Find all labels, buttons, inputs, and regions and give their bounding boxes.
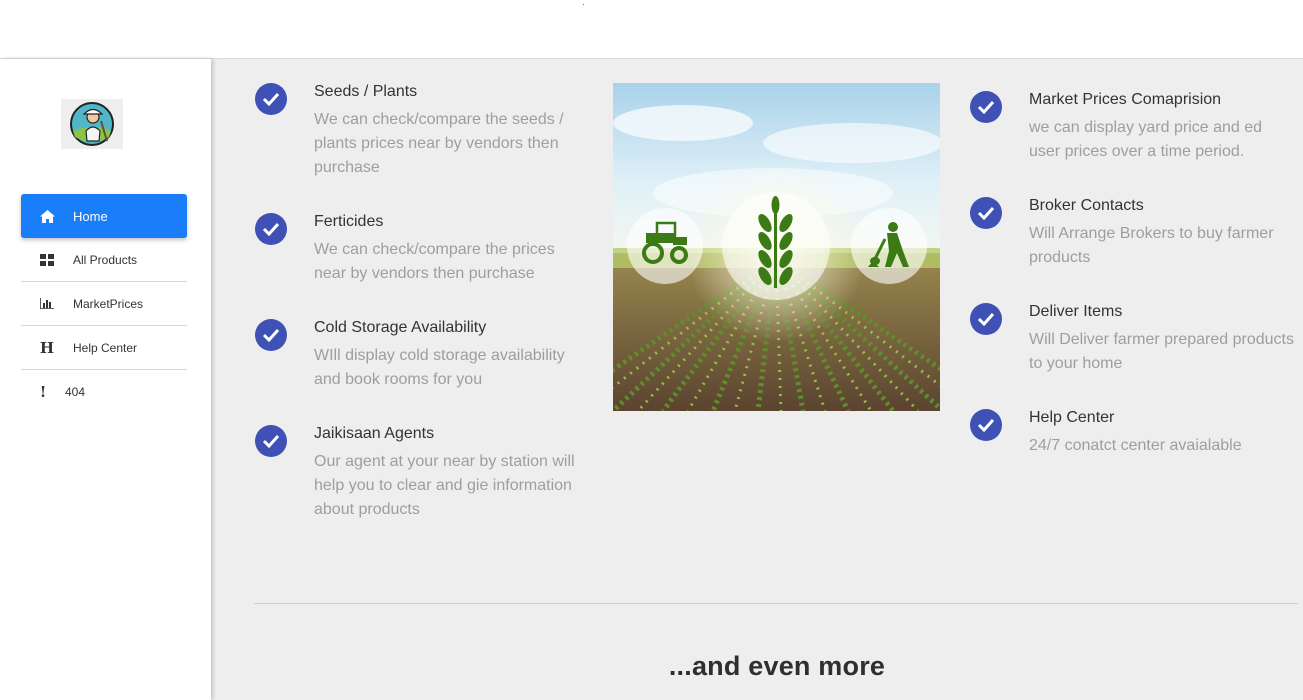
tractor-icon xyxy=(627,208,703,284)
feature-description: WIll display cold storage availability a… xyxy=(314,347,565,388)
check-circle-icon xyxy=(970,303,1002,335)
section-heading: ...and even more xyxy=(668,651,886,681)
sidebar-nav: Home All Products MarketPrices H Help Ce… xyxy=(21,194,187,414)
grid-icon xyxy=(21,253,73,266)
check-circle-icon xyxy=(970,409,1002,441)
sidebar-item-label: Home xyxy=(73,208,108,224)
bar-chart-icon xyxy=(21,298,73,309)
feature-deliver-items: Deliver Items Will Deliver farmer prepar… xyxy=(970,303,1300,383)
sidebar-item-label: MarketPrices xyxy=(73,296,144,311)
check-circle-icon xyxy=(255,319,287,351)
feature-description: Our agent at your near by station will h… xyxy=(314,453,575,518)
farmer-digging-icon xyxy=(851,208,927,284)
feature-cold-storage: Cold Storage Availability WIll display c… xyxy=(255,319,585,399)
h-icon: H xyxy=(39,338,55,357)
feature-seeds-plants: Seeds / Plants We can check/compare the … xyxy=(255,83,585,193)
feature-title: Market Prices Comaprision xyxy=(1029,91,1222,108)
feature-title: Ferticides xyxy=(314,213,384,230)
feature-title: Deliver Items xyxy=(1029,303,1123,320)
feature-description: 24/7 conatct center avaialable xyxy=(1029,437,1242,454)
feature-description: Will Arrange Brokers to buy farmer produ… xyxy=(1029,225,1274,266)
sidebar-item-404[interactable]: ! 404 xyxy=(21,370,187,414)
check-circle-icon xyxy=(255,213,287,245)
feature-description: We can check/compare the seeds / plants … xyxy=(314,111,564,176)
sidebar-item-label: 404 xyxy=(65,385,86,399)
check-circle-icon xyxy=(970,197,1002,229)
farm-field-image xyxy=(613,83,940,411)
section-divider xyxy=(254,603,1298,604)
feature-broker-contacts: Broker Contacts Will Arrange Brokers to … xyxy=(970,197,1300,277)
feature-title: Help Center xyxy=(1029,409,1115,426)
top-bar: . xyxy=(0,0,1303,59)
feature-description: Will Deliver farmer prepared products to… xyxy=(1029,331,1294,372)
sidebar-item-help-center[interactable]: H Help Center xyxy=(21,326,187,370)
check-circle-icon xyxy=(255,83,287,115)
feature-market-prices: Market Prices Comaprision we can display… xyxy=(970,91,1300,171)
feature-description: We can check/compare the prices near by … xyxy=(314,241,555,282)
farmer-logo[interactable] xyxy=(61,99,123,149)
sidebar-item-label: All Products xyxy=(73,252,138,267)
feature-title: Jaikisaan Agents xyxy=(314,425,435,442)
feature-title: Seeds / Plants xyxy=(314,83,418,100)
feature-help-center: Help Center 24/7 conatct center avaialab… xyxy=(970,409,1300,469)
feature-title: Broker Contacts xyxy=(1029,197,1144,214)
header-mark: . xyxy=(582,0,585,8)
feature-description: we can display yard price and ed user pr… xyxy=(1029,119,1263,160)
main-content: Seeds / Plants We can check/compare the … xyxy=(211,59,1303,700)
feature-ferticides: Ferticides We can check/compare the pric… xyxy=(255,213,585,293)
sidebar-item-label: Help Center xyxy=(73,340,138,355)
sidebar: Home All Products MarketPrices H Help Ce… xyxy=(0,59,211,700)
wheat-icon xyxy=(722,192,830,300)
feature-jaikisaan-agents: Jaikisaan Agents Our agent at your near … xyxy=(255,425,585,535)
sidebar-item-marketprices[interactable]: MarketPrices xyxy=(21,282,187,326)
farmer-logo-icon xyxy=(70,102,114,146)
check-circle-icon xyxy=(970,91,1002,123)
check-circle-icon xyxy=(255,425,287,457)
feature-title: Cold Storage Availability xyxy=(314,319,487,336)
home-icon xyxy=(21,209,73,223)
exclamation-icon: ! xyxy=(39,383,47,401)
sidebar-item-all-products[interactable]: All Products xyxy=(21,238,187,282)
sidebar-item-home[interactable]: Home xyxy=(21,194,187,238)
